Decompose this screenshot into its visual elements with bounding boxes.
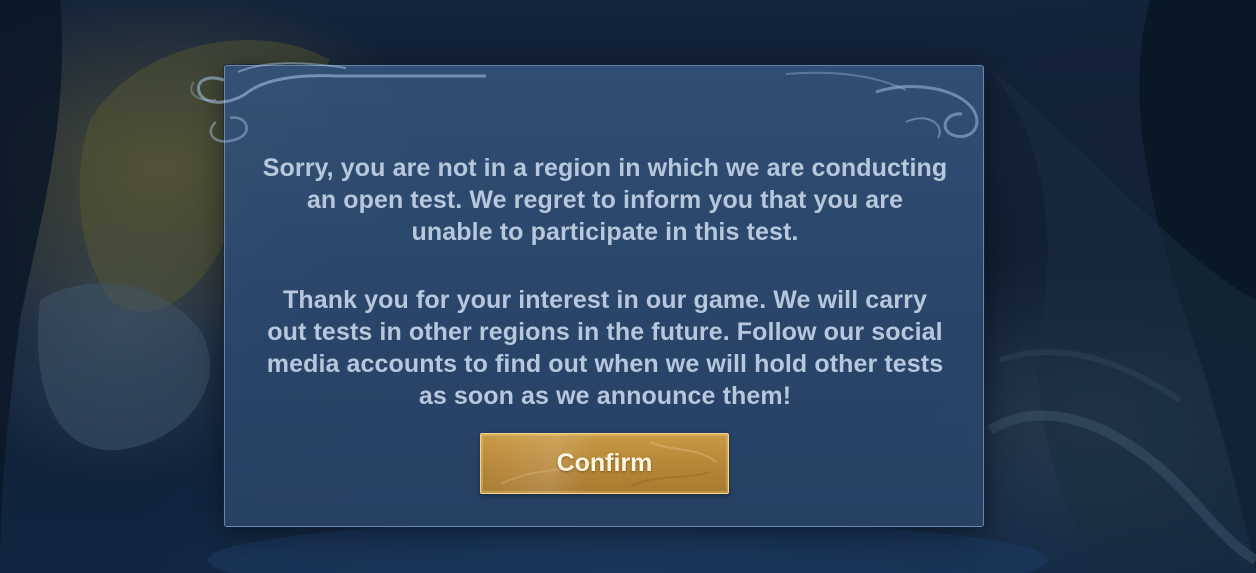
message-line: an open test. We regret to inform you th… xyxy=(306,186,904,214)
message-line: media accounts to find out when we will … xyxy=(266,350,944,378)
region-restriction-dialog: Sorry, you are not in a region in which … xyxy=(224,65,984,527)
message-line: Thank you for your interest in our game.… xyxy=(283,286,927,314)
region-unavailable-message: Sorry, you are not in a region in which … xyxy=(225,152,985,248)
message-line: unable to participate in this test. xyxy=(411,218,799,246)
message-line: out tests in other regions in the future… xyxy=(267,318,943,346)
button-texture xyxy=(500,441,717,487)
message-line: Sorry, you are not in a region in which … xyxy=(262,154,948,182)
message-line: as soon as we announce them! xyxy=(418,382,792,410)
confirm-button[interactable]: Confirm xyxy=(480,433,729,494)
future-tests-message: Thank you for your interest in our game.… xyxy=(225,284,985,412)
